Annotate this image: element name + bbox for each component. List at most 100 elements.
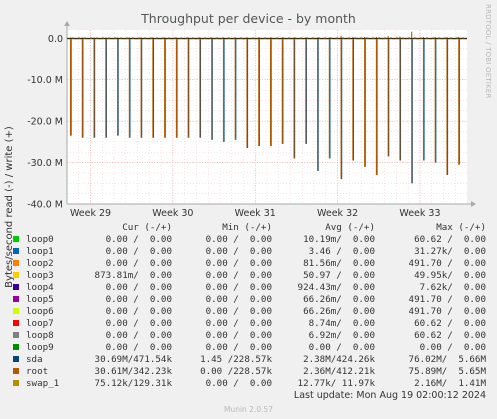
y-tick-label: -30.0 M bbox=[27, 158, 63, 169]
legend-cur: 0.00 / 0.00 bbox=[105, 306, 172, 317]
legend-avg: 6.92m/ 0.00 bbox=[308, 330, 375, 341]
legend-row-loop8: loop8 0.00 / 0.00 0.00 / 0.00 6.92m/ 0.00 60… bbox=[0, 330, 497, 342]
legend-min: 0.00 / 0.00 bbox=[205, 342, 272, 353]
legend-max: 491.70 / 0.00 bbox=[408, 258, 486, 269]
legend-col-cur: Cur (-/+) bbox=[122, 222, 172, 233]
legend-swatch bbox=[13, 380, 19, 386]
legend-row-loop7: loop7 0.00 / 0.00 0.00 / 0.00 8.74m/ 0.00 60… bbox=[0, 318, 497, 330]
legend-row-loop2: loop2 0.00 / 0.00 0.00 / 0.00 81.56m/ 0.00 4… bbox=[0, 258, 497, 270]
legend-max: 31.27k/ 0.00 bbox=[414, 246, 486, 257]
legend-max: 75.89M/ 5.65M bbox=[408, 366, 486, 377]
legend-swatch bbox=[13, 284, 19, 290]
x-tick-label: Week 33 bbox=[399, 208, 440, 219]
legend-min: 0.00 / 0.00 bbox=[205, 270, 272, 281]
legend-avg: 3.46 / 0.00 bbox=[308, 246, 375, 257]
legend-swatch bbox=[13, 356, 19, 362]
legend-cur: 0.00 / 0.00 bbox=[105, 318, 172, 329]
y-axis-arrow bbox=[64, 21, 70, 26]
legend-swatch bbox=[13, 236, 19, 242]
legend-swatch bbox=[13, 296, 19, 302]
legend-row-loop3: loop3 873.81m/ 0.00 0.00 / 0.00 50.97 / 0.0… bbox=[0, 270, 497, 282]
legend-name: loop0 bbox=[26, 234, 54, 245]
legend-min: 1.45 /228.57k bbox=[200, 354, 272, 365]
legend-max: 49.95k/ 0.00 bbox=[414, 270, 486, 281]
legend-avg: 66.26m/ 0.00 bbox=[303, 294, 375, 305]
legend-min: 0.00 / 0.00 bbox=[205, 258, 272, 269]
legend-col-min: Min (-/+) bbox=[222, 222, 272, 233]
legend-name: root bbox=[26, 366, 49, 377]
legend-max: 491.70 / 0.00 bbox=[408, 294, 486, 305]
legend-swatch bbox=[13, 248, 19, 254]
legend-name: loop3 bbox=[26, 270, 54, 281]
legend-avg: 81.56m/ 0.00 bbox=[303, 258, 375, 269]
legend-avg: 2.36M/412.21k bbox=[303, 366, 375, 377]
legend-avg: 8.74m/ 0.00 bbox=[308, 318, 375, 329]
chart-plot: 0.0 -10.0 M -20.0 M -30.0 M -40.0 M Week 29 We… bbox=[27, 21, 476, 219]
legend-name: loop9 bbox=[26, 342, 54, 353]
legend-max: 491.70 / 0.00 bbox=[408, 306, 486, 317]
legend-cur: 30.61M/342.23k bbox=[94, 366, 172, 377]
y-tick-label: -20.0 M bbox=[27, 117, 63, 128]
legend-cur: 0.00 / 0.00 bbox=[105, 342, 172, 353]
x-tick-label: Week 31 bbox=[235, 208, 276, 219]
legend-max: 60.62 / 0.00 bbox=[414, 234, 486, 245]
legend-row-loop4: loop4 0.00 / 0.00 0.00 / 0.00 924.43m/ 0.00… bbox=[0, 282, 497, 294]
legend-cur: 0.00 / 0.00 bbox=[105, 258, 172, 269]
legend-cur: 0.00 / 0.00 bbox=[105, 294, 172, 305]
legend-row-loop1: loop1 0.00 / 0.00 0.00 / 0.00 3.46 / 0.00 31… bbox=[0, 246, 497, 258]
legend-name: loop8 bbox=[26, 330, 54, 341]
x-axis-arrow bbox=[471, 201, 476, 207]
legend-avg: 10.19m/ 0.00 bbox=[303, 234, 375, 245]
x-tick-label: Week 32 bbox=[317, 208, 358, 219]
legend-min: 0.00 / 0.00 bbox=[205, 330, 272, 341]
legend-min: 0.00 / 0.00 bbox=[205, 234, 272, 245]
legend-min: 0.00 / 0.00 bbox=[205, 378, 272, 389]
legend-col-avg: Avg (-/+) bbox=[325, 222, 375, 233]
legend-name: swap_1 bbox=[26, 378, 60, 389]
y-tick-label: 0.0 bbox=[48, 34, 63, 45]
legend-avg: 924.43m/ 0.00 bbox=[297, 282, 375, 293]
legend-cur: 0.00 / 0.00 bbox=[105, 330, 172, 341]
legend-min: 0.00 / 0.00 bbox=[205, 306, 272, 317]
legend-max: 76.02M/ 5.66M bbox=[408, 354, 486, 365]
x-tick-label: Week 30 bbox=[152, 208, 193, 219]
legend-name: loop5 bbox=[26, 294, 54, 305]
legend-row-loop6: loop6 0.00 / 0.00 0.00 / 0.00 66.26m/ 0.00 4… bbox=[0, 306, 497, 318]
legend-avg: 12.77k/ 11.97k bbox=[297, 378, 375, 389]
legend-cur: 0.00 / 0.00 bbox=[105, 234, 172, 245]
legend-max: 7.62k/ 0.00 bbox=[419, 282, 486, 293]
legend-row-swap_1: swap_1 75.12k/129.31k 0.00 / 0.00 12.77k/ 1… bbox=[0, 378, 497, 390]
y-tick-label: -40.0 M bbox=[27, 200, 63, 211]
legend-col-max: Max (-/+) bbox=[436, 222, 486, 233]
legend-swatch bbox=[13, 320, 19, 326]
legend-avg: 50.97 / 0.00 bbox=[303, 270, 375, 281]
legend-max: 2.16M/ 1.41M bbox=[414, 378, 486, 389]
legend-min: 0.00 / 0.00 bbox=[205, 294, 272, 305]
legend-swatch bbox=[13, 344, 19, 350]
legend-row-loop5: loop5 0.00 / 0.00 0.00 / 0.00 66.26m/ 0.00 4… bbox=[0, 294, 497, 306]
legend-max: 60.62 / 0.00 bbox=[414, 330, 486, 341]
legend-name: loop4 bbox=[26, 282, 54, 293]
legend-header: Cur (-/+) Min (-/+) Avg (-/+) Max (-/+) bbox=[0, 222, 497, 234]
x-tick-label: Week 29 bbox=[70, 208, 111, 219]
legend-swatch bbox=[13, 272, 19, 278]
legend-min: 0.00 /228.57k bbox=[200, 366, 272, 377]
legend-row-loop9: loop9 0.00 / 0.00 0.00 / 0.00 0.00 / 0.00 0.… bbox=[0, 342, 497, 354]
legend-swatch bbox=[13, 368, 19, 374]
legend-cur: 75.12k/129.31k bbox=[94, 378, 172, 389]
legend-swatch bbox=[13, 332, 19, 338]
legend-cur: 0.00 / 0.00 bbox=[105, 282, 172, 293]
legend-avg: 0.00 / 0.00 bbox=[308, 342, 375, 353]
legend-row-loop0: loop0 0.00 / 0.00 0.00 / 0.00 10.19m/ 0.00 6… bbox=[0, 234, 497, 246]
legend-cur: 873.81m/ 0.00 bbox=[94, 270, 172, 281]
legend-avg: 66.26m/ 0.00 bbox=[303, 306, 375, 317]
legend-name: loop2 bbox=[26, 258, 54, 269]
legend-avg: 2.38M/424.26k bbox=[303, 354, 375, 365]
legend-cur: 30.69M/471.54k bbox=[94, 354, 172, 365]
legend-cur: 0.00 / 0.00 bbox=[105, 246, 172, 257]
munin-version: Munin 2.0.57 bbox=[223, 405, 274, 414]
legend-min: 0.00 / 0.00 bbox=[205, 246, 272, 257]
legend-row-sda: sda 30.69M/471.54k 1.45 /228.57k 2.38M/424.… bbox=[0, 354, 497, 366]
legend-min: 0.00 / 0.00 bbox=[205, 282, 272, 293]
last-update-text: Last update: Mon Aug 19 02:00:12 2024 bbox=[293, 390, 486, 401]
